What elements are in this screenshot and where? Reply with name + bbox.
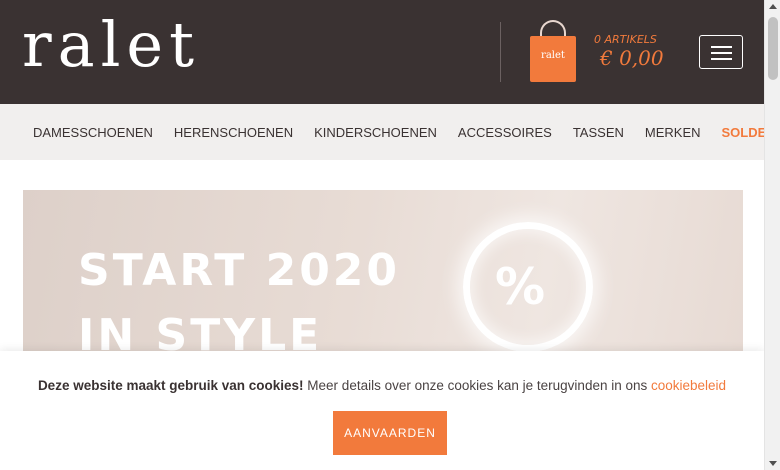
cookie-message: Deze website maakt gebruik van cookies! … (0, 378, 764, 393)
vertical-scrollbar[interactable] (764, 0, 780, 470)
percent-icon: % (495, 258, 546, 316)
page: ralet ralet 0 ARTIKELS € 0,00 DAMESSCHOE… (0, 0, 780, 470)
bag-logo-label: ralet (541, 50, 565, 61)
nav-item-merken[interactable]: MERKEN (645, 125, 701, 140)
cart-item-count[interactable]: 0 ARTIKELS (594, 33, 657, 46)
nav-item-tassen[interactable]: TASSEN (573, 125, 624, 140)
cookie-banner: Deze website maakt gebruik van cookies! … (0, 351, 764, 470)
main-nav: DAMESSCHOENEN HERENSCHOENEN KINDERSCHOEN… (0, 104, 776, 160)
nav-item-accessoires[interactable]: ACCESSOIRES (458, 125, 552, 140)
hamburger-menu-icon[interactable] (699, 35, 743, 69)
menu-bar (711, 52, 732, 54)
header-divider (500, 22, 501, 82)
menu-bar (711, 46, 732, 48)
scrollbar-thumb[interactable] (768, 17, 778, 80)
cart-total[interactable]: € 0,00 (600, 46, 664, 70)
shopping-bag-icon[interactable]: ralet (530, 20, 578, 82)
cookie-message-body: Meer details over onze cookies kan je te… (303, 378, 651, 393)
nav-item-kinderschoenen[interactable]: KINDERSCHOENEN (314, 125, 437, 140)
scroll-up-arrow-icon[interactable] (769, 4, 777, 9)
nav-item-herenschoenen[interactable]: HERENSCHOENEN (174, 125, 293, 140)
cookie-policy-link[interactable]: cookiebeleid (651, 378, 726, 393)
banner-headline-line1: START 2020 (78, 245, 401, 296)
site-header: ralet ralet 0 ARTIKELS € 0,00 (0, 0, 764, 104)
nav-item-damesschoenen[interactable]: DAMESSCHOENEN (33, 125, 153, 140)
menu-bar (711, 58, 732, 60)
scroll-down-arrow-icon[interactable] (769, 461, 777, 466)
cookie-message-bold: Deze website maakt gebruik van cookies! (37, 378, 304, 393)
ralet-logo[interactable]: ralet (22, 14, 200, 76)
accept-cookies-button[interactable]: AANVAARDEN (333, 411, 447, 455)
